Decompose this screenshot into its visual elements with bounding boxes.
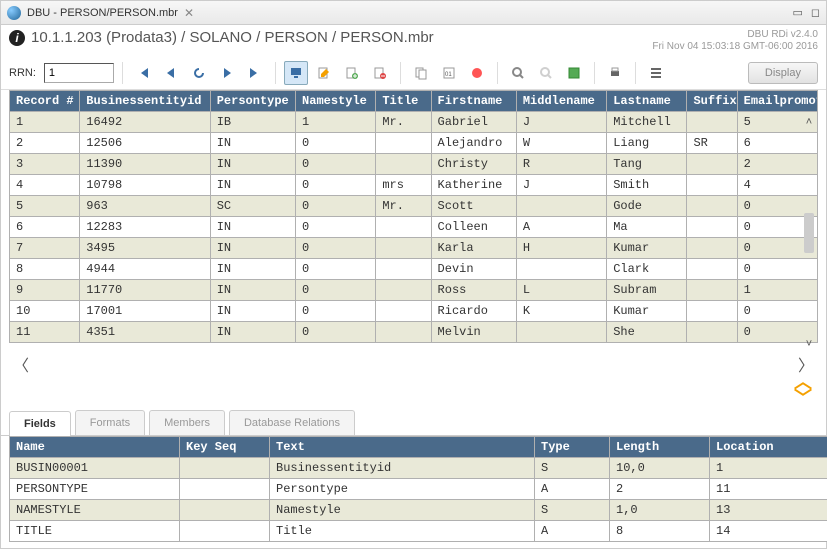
scroll-down-icon[interactable]: ˅ [806,338,812,350]
main-data-table[interactable]: Record #BusinessentityidPersontypeNamest… [9,90,818,343]
display-button[interactable]: Display [748,62,818,84]
table-row[interactable]: 410798IN0mrsKatherineJSmith4 [10,175,818,196]
column-header[interactable]: Emailpromot [737,91,817,112]
column-header[interactable]: Text [270,437,535,458]
window-title: DBU - PERSON/PERSON.mbr [27,7,178,19]
column-header[interactable]: Name [10,437,180,458]
tab-members[interactable]: Members [149,410,225,435]
print-icon[interactable] [603,61,627,85]
column-header[interactable]: Record # [10,91,80,112]
table-row[interactable]: 73495IN0KarlaHKumar0 [10,238,818,259]
table-row[interactable]: PERSONTYPEPersontypeA211 [10,479,827,500]
column-header[interactable]: Namestyle [296,91,376,112]
copy-icon[interactable] [409,61,433,85]
menu-icon[interactable] [644,61,668,85]
rrn-input[interactable] [44,63,114,83]
table-row[interactable]: NAMESTYLENamestyleS1,013 [10,500,827,521]
table-row[interactable]: 911770IN0RossLSubram1 [10,280,818,301]
column-header[interactable]: Location [710,437,827,458]
collapse-down-icon[interactable]: ﹀ [794,390,812,406]
tab-database-relations[interactable]: Database Relations [229,410,355,435]
hex-icon[interactable]: 01 [437,61,461,85]
last-record-icon[interactable] [243,61,267,85]
prev-record-icon[interactable] [159,61,183,85]
scroll-thumb[interactable] [804,213,814,253]
column-header[interactable]: Middlename [516,91,606,112]
help-icon[interactable] [465,61,489,85]
monitor-icon[interactable] [284,61,308,85]
table-row[interactable]: 311390IN0ChristyRTang2 [10,154,818,175]
close-tab-icon[interactable]: ✕ [184,6,194,20]
info-icon[interactable]: i [9,30,25,46]
search-icon[interactable] [506,61,530,85]
tab-formats[interactable]: Formats [75,410,145,435]
add-icon[interactable] [340,61,364,85]
column-header[interactable]: Persontype [210,91,295,112]
tab-fields[interactable]: Fields [9,411,71,436]
first-record-icon[interactable] [131,61,155,85]
scroll-left-icon[interactable]: 〈 [13,352,29,376]
delete-icon[interactable] [368,61,392,85]
export-icon[interactable] [562,61,586,85]
table-row[interactable]: 1017001IN0RicardoKKumar0 [10,301,818,322]
column-header[interactable]: Key Seq [180,437,270,458]
timestamp-label: Fri Nov 04 15:03:18 GMT-06:00 2016 [652,41,818,53]
table-row[interactable]: 84944IN0DevinClark0 [10,259,818,280]
column-header[interactable]: Type [535,437,610,458]
edit-icon[interactable] [312,61,336,85]
table-row[interactable]: 212506IN0AlejandroWLiangSR6 [10,133,818,154]
table-row[interactable]: 612283IN0ColleenAMa0 [10,217,818,238]
column-header[interactable]: Businessentityid [80,91,210,112]
column-header[interactable]: Lastname [607,91,687,112]
table-row[interactable]: 116492IB1Mr.GabrielJMitchell5 [10,112,818,133]
svg-text:01: 01 [445,72,452,78]
column-header[interactable]: Title [376,91,431,112]
column-header[interactable]: Firstname [431,91,516,112]
scroll-up-icon[interactable]: ˄ [806,116,812,128]
next-record-icon[interactable] [215,61,239,85]
column-header[interactable]: Length [610,437,710,458]
rrn-label: RRN: [9,67,36,79]
app-icon [7,6,21,20]
table-row[interactable]: 114351IN0MelvinShe0 [10,322,818,343]
search-next-icon[interactable] [534,61,558,85]
table-row[interactable]: BUSIN00001BusinessentityidS10,01 [10,458,827,479]
fields-table[interactable]: NameKey SeqTextTypeLengthLocation BUSIN0… [9,436,827,542]
maximize-icon[interactable]: ◻ [811,6,820,19]
refresh-icon[interactable] [187,61,211,85]
table-row[interactable]: 5963SC0Mr.ScottGode0 [10,196,818,217]
version-label: DBU RDi v2.4.0 [652,29,818,41]
column-header[interactable]: Suffix [687,91,737,112]
table-row[interactable]: TITLETitleA814 [10,521,827,542]
minimize-icon[interactable]: ▭ [792,6,802,19]
breadcrumb-path: 10.1.1.203 (Prodata3) / SOLANO / PERSON … [31,29,434,46]
